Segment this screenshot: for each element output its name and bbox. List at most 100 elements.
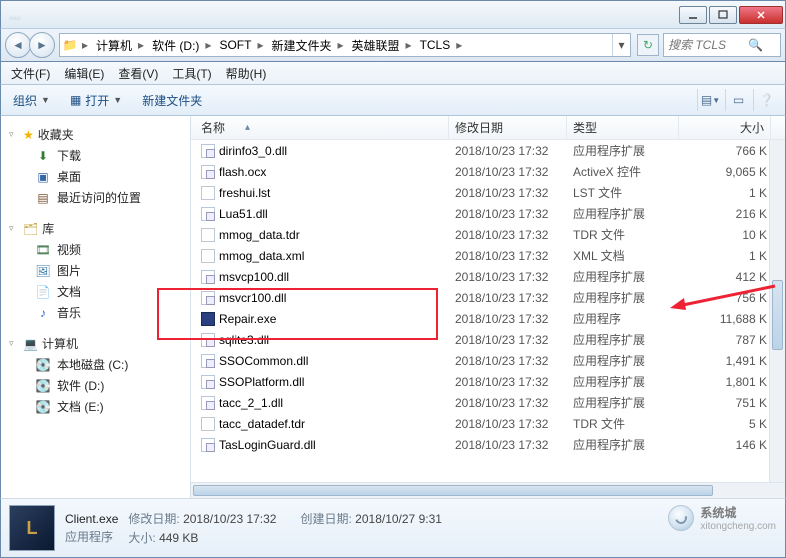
file-name: freshui.lst [219, 186, 270, 200]
file-type: LST 文件 [567, 184, 679, 201]
table-row[interactable]: msvcp100.dll2018/10/23 17:32应用程序扩展412 K [191, 266, 785, 287]
nav-drive-c[interactable]: 💽本地磁盘 (C:) [1, 354, 190, 375]
breadcrumb-seg[interactable]: TCLS [414, 34, 455, 56]
nav-music[interactable]: ♪音乐 [1, 302, 190, 323]
file-name: tacc_2_1.dll [219, 396, 283, 410]
watermark-logo-icon [668, 505, 694, 531]
breadcrumb-seg[interactable]: 计算机 [90, 34, 136, 56]
document-icon: 📄 [35, 284, 51, 300]
dll-icon [201, 438, 215, 452]
search-icon: 🔍 [748, 38, 763, 52]
file-type: 应用程序扩展 [567, 436, 679, 453]
music-icon: ♪ [35, 305, 51, 321]
file-name: msvcr100.dll [219, 291, 286, 305]
col-date[interactable]: 修改日期 [449, 116, 567, 139]
breadcrumb-seg[interactable]: 英雄联盟 [346, 34, 404, 56]
file-date: 2018/10/23 17:32 [449, 417, 567, 431]
back-button[interactable]: ◄ [5, 32, 31, 58]
table-row[interactable]: Repair.exe2018/10/23 17:32应用程序11,688 K [191, 308, 785, 329]
menu-view[interactable]: 查看(V) [112, 63, 164, 84]
table-row[interactable]: dirinfo3_0.dll2018/10/23 17:32应用程序扩展766 … [191, 140, 785, 161]
nav-desktop[interactable]: ▣桌面 [1, 166, 190, 187]
maximize-button[interactable] [709, 6, 737, 24]
table-row[interactable]: TasLoginGuard.dll2018/10/23 17:32应用程序扩展1… [191, 434, 785, 455]
nav-drive-d[interactable]: 💽软件 (D:) [1, 375, 190, 396]
file-icon [201, 228, 215, 242]
file-name: Lua51.dll [219, 207, 268, 221]
table-row[interactable]: Lua51.dll2018/10/23 17:32应用程序扩展216 K [191, 203, 785, 224]
table-row[interactable]: msvcr100.dll2018/10/23 17:32应用程序扩展756 K [191, 287, 785, 308]
sort-asc-icon: ▴ [225, 122, 250, 133]
download-icon: ⬇ [35, 148, 51, 164]
close-button[interactable] [739, 6, 783, 24]
view-mode-button[interactable]: ▤ ▼ [697, 89, 723, 111]
horizontal-scrollbar[interactable] [191, 482, 785, 498]
breadcrumb-dropdown[interactable]: ▾ [612, 33, 630, 57]
table-row[interactable]: tacc_datadef.tdr2018/10/23 17:32TDR 文件5 … [191, 413, 785, 434]
file-date: 2018/10/23 17:32 [449, 375, 567, 389]
nav-videos[interactable]: 🎞视频 [1, 239, 190, 260]
details-filetype: 应用程序 [65, 528, 118, 545]
nav-documents[interactable]: 📄文档 [1, 281, 190, 302]
menu-help[interactable]: 帮助(H) [220, 63, 273, 84]
nav-favorites[interactable]: ▿★ 收藏夹 [1, 124, 190, 145]
col-name[interactable]: 名称▴ [195, 116, 449, 139]
preview-pane-button[interactable]: ▭ [725, 89, 751, 111]
file-date: 2018/10/23 17:32 [449, 333, 567, 347]
breadcrumb[interactable]: 📁 ▸ 计算机▸ 软件 (D:)▸ SOFT▸ 新建文件夹▸ 英雄联盟▸ TCL… [59, 33, 631, 57]
table-row[interactable]: flash.ocx2018/10/23 17:32ActiveX 控件9,065… [191, 161, 785, 182]
nav-libraries[interactable]: ▿🗂 库 [1, 218, 190, 239]
forward-button[interactable]: ► [29, 32, 55, 58]
menu-file[interactable]: 文件(F) [5, 63, 56, 84]
new-folder-button[interactable]: 新建文件夹 [136, 90, 208, 111]
navigation-pane[interactable]: ▿★ 收藏夹 ⬇下载 ▣桌面 ▤最近访问的位置 ▿🗂 库 🎞视频 🖼图片 📄文档… [1, 116, 191, 498]
search-input[interactable] [668, 38, 748, 52]
details-modified: 2018/10/23 17:32 [183, 512, 276, 526]
menu-edit[interactable]: 编辑(E) [58, 63, 110, 84]
table-row[interactable]: sqlite3.dll2018/10/23 17:32应用程序扩展787 K [191, 329, 785, 350]
refresh-button[interactable]: ↻ [637, 34, 659, 56]
open-icon: ▦ [70, 93, 81, 107]
column-headers: 名称▴ 修改日期 类型 大小 [191, 116, 785, 140]
col-size[interactable]: 大小 [679, 116, 771, 139]
file-type: 应用程序扩展 [567, 373, 679, 390]
breadcrumb-seg[interactable]: 新建文件夹 [265, 34, 335, 56]
help-icon[interactable]: ❔ [753, 89, 779, 111]
menu-tools[interactable]: 工具(T) [166, 63, 217, 84]
scroll-thumb[interactable] [772, 280, 783, 350]
search-box[interactable]: 🔍 [663, 33, 781, 57]
table-row[interactable]: mmog_data.tdr2018/10/23 17:32TDR 文件10 K [191, 224, 785, 245]
file-icon [201, 417, 215, 431]
minimize-button[interactable] [679, 6, 707, 24]
file-rows[interactable]: dirinfo3_0.dll2018/10/23 17:32应用程序扩展766 … [191, 140, 785, 482]
folder-icon: 📁 [60, 38, 80, 52]
table-row[interactable]: mmog_data.xml2018/10/23 17:32XML 文档1 K [191, 245, 785, 266]
table-row[interactable]: SSOCommon.dll2018/10/23 17:32应用程序扩展1,491… [191, 350, 785, 371]
breadcrumb-seg[interactable]: SOFT [213, 34, 255, 56]
nav-recent[interactable]: ▤最近访问的位置 [1, 187, 190, 208]
file-type: 应用程序扩展 [567, 331, 679, 348]
file-name: tacc_datadef.tdr [219, 417, 305, 431]
details-size: 449 KB [159, 531, 198, 545]
organize-button[interactable]: 组织 ▼ [7, 90, 56, 111]
watermark-brand: 系统城 [700, 504, 776, 521]
titlebar: … [0, 0, 786, 28]
file-name: mmog_data.tdr [219, 228, 300, 242]
table-row[interactable]: SSOPlatform.dll2018/10/23 17:32应用程序扩展1,8… [191, 371, 785, 392]
file-name: flash.ocx [219, 165, 266, 179]
file-date: 2018/10/23 17:32 [449, 249, 567, 263]
nav-computer[interactable]: ▿💻 计算机 [1, 333, 190, 354]
nav-pictures[interactable]: 🖼图片 [1, 260, 190, 281]
nav-downloads[interactable]: ⬇下载 [1, 145, 190, 166]
vertical-scrollbar[interactable] [769, 140, 785, 482]
scroll-thumb[interactable] [193, 485, 713, 496]
favorites-icon: ★ [23, 128, 34, 142]
table-row[interactable]: freshui.lst2018/10/23 17:32LST 文件1 K [191, 182, 785, 203]
file-date: 2018/10/23 17:32 [449, 165, 567, 179]
breadcrumb-seg[interactable]: 软件 (D:) [146, 34, 203, 56]
col-type[interactable]: 类型 [567, 116, 679, 139]
dll-icon [201, 144, 215, 158]
open-button[interactable]: ▦ 打开 ▼ [64, 90, 128, 111]
table-row[interactable]: tacc_2_1.dll2018/10/23 17:32应用程序扩展751 K [191, 392, 785, 413]
nav-drive-e[interactable]: 💽文档 (E:) [1, 396, 190, 417]
